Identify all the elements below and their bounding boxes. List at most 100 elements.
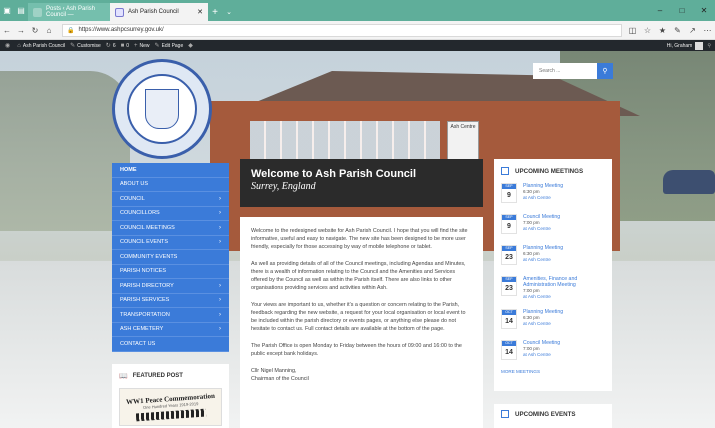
meeting-location-link[interactable]: at Ash Centre [523, 294, 605, 300]
tab-title: Posts ‹ Ash Parish Council — [46, 6, 96, 18]
content-paragraph: Your views are important to us, whether … [251, 302, 466, 332]
nav-label: COUNCILLORS [120, 210, 160, 217]
maximize-icon[interactable]: □ [671, 6, 693, 15]
logo-crest [127, 74, 197, 144]
search-icon: ⚲ [602, 68, 608, 75]
back-icon[interactable]: ← [0, 26, 14, 35]
tab-title: Ash Parish Council [128, 9, 179, 15]
tab-posts[interactable]: Posts ‹ Ash Parish Council — [28, 3, 110, 21]
more-icon[interactable]: ⋯ [700, 26, 715, 35]
meeting-location-link[interactable]: at Ash Centre [523, 226, 560, 232]
tab-actions-icon[interactable]: ▣ [0, 0, 14, 21]
meeting-item: SEP 9 Planning Meeting 6:30 pm at Ash Centre [501, 183, 605, 205]
chevron-right-icon: › [219, 311, 221, 318]
comments-count: 0 [126, 42, 129, 49]
nav-item-contact-us[interactable]: CONTACT US [112, 337, 229, 352]
nav-item-parish-notices[interactable]: PARISH NOTICES [112, 265, 229, 279]
nav-label: COMMUNITY EVENTS [120, 253, 178, 260]
close-window-icon[interactable]: ✕ [693, 6, 715, 15]
page-title: Welcome to Ash Parish Council [251, 168, 417, 180]
tab-list-icon[interactable]: ▤ [14, 0, 28, 21]
favorites-icon[interactable]: ★ [655, 26, 670, 35]
avatar[interactable] [695, 41, 704, 50]
nav-item-councillors[interactable]: COUNCILLORS › [112, 207, 229, 221]
refresh-icon[interactable]: ↻ [28, 26, 42, 35]
chevron-right-icon: › [219, 195, 221, 202]
tab-dropdown-icon[interactable]: ⌄ [222, 3, 236, 21]
reading-view-icon[interactable]: ◫ [625, 26, 640, 35]
nav-item-transportation[interactable]: TRANSPORTATION › [112, 308, 229, 323]
chevron-right-icon: › [219, 239, 221, 246]
meeting-location-link[interactable]: at Ash Centre [523, 257, 563, 263]
admin-greeting[interactable]: Hi, Graham [667, 43, 693, 49]
url-field[interactable]: 🔒 https://www.ashpcsurrey.gov.uk/ [62, 23, 622, 37]
admin-new-link[interactable]: + New [134, 43, 150, 49]
favorite-star-icon[interactable]: ☆ [640, 26, 655, 35]
admin-site-link[interactable]: ⌂ Ash Parish Council [17, 43, 65, 49]
close-tab-icon[interactable]: ✕ [197, 8, 203, 16]
admin-diamond-icon[interactable]: ◆ [188, 42, 195, 49]
chevron-right-icon: › [219, 224, 221, 231]
search-button[interactable]: ⚲ [597, 63, 613, 79]
ash-centre-sign: Ash Centre [447, 121, 479, 161]
nav-label: COUNCIL MEETINGS [120, 224, 175, 231]
search-input[interactable] [533, 63, 597, 79]
tab-ash-parish-council[interactable]: Ash Parish Council ✕ [110, 3, 208, 21]
meeting-location-link[interactable]: at Ash Centre [523, 321, 563, 327]
nav-label: TRANSPORTATION [120, 311, 170, 318]
minimize-icon[interactable]: – [649, 6, 671, 15]
date-day: 9 [507, 223, 511, 230]
nav-label: ABOUT US [120, 181, 149, 188]
date-badge: SEP 23 [501, 245, 517, 265]
forward-icon[interactable]: → [14, 26, 28, 35]
nav-item-home[interactable]: HOME [112, 163, 229, 178]
nav-item-ash-cemetery[interactable]: ASH CEMETERY › [112, 323, 229, 337]
admin-edit-page-link[interactable]: ✎ Edit Page [155, 42, 184, 50]
admin-new-label: New [139, 42, 150, 49]
nav-item-council[interactable]: COUNCIL › [112, 192, 229, 207]
meeting-location-link[interactable]: at Ash Centre [523, 352, 560, 358]
featured-post-image[interactable]: WW1 Peace Commemoration One Hundred Year… [119, 388, 222, 426]
meeting-item: OCT 14 Planning Meeting 6:30 pm at Ash Centr… [501, 309, 605, 331]
meeting-location-link[interactable]: at Ash Centre [523, 195, 563, 201]
admin-comments-link[interactable]: ■ 0 [121, 43, 129, 49]
nav-label: CONTACT US [120, 340, 156, 347]
content-paragraph: As well as providing details of all of t… [251, 261, 466, 291]
nav-item-parish-services[interactable]: PARISH SERVICES › [112, 294, 229, 308]
date-day: 14 [505, 349, 513, 356]
admin-customise-label: Customise [77, 42, 101, 49]
updates-count: 6 [112, 42, 116, 49]
lock-icon: 🔒 [67, 27, 75, 34]
meeting-item: SEP 9 Council Meeting 7:00 pm at Ash Centre [501, 214, 605, 236]
nav-item-council-meetings[interactable]: COUNCIL MEETINGS › [112, 221, 229, 236]
upcoming-events-widget: UPCOMING EVENTS [494, 404, 612, 428]
main-content: Welcome to the redesigned website for As… [240, 217, 483, 428]
chevron-right-icon: › [219, 326, 221, 333]
calendar-icon [501, 167, 509, 175]
site-favicon-icon [115, 7, 124, 17]
url-text: https://www.ashpcsurrey.gov.uk/ [78, 27, 164, 33]
nav-item-parish-directory[interactable]: PARISH DIRECTORY › [112, 279, 229, 294]
meeting-title-link[interactable]: Amenities, Finance and Administration Me… [523, 276, 605, 288]
content-paragraph: Welcome to the redesigned website for As… [251, 228, 468, 250]
share-icon[interactable]: ↗ [685, 26, 700, 35]
new-tab-button[interactable]: + [208, 3, 222, 21]
nav-label: PARISH DIRECTORY [120, 282, 174, 289]
wordpress-logo-icon[interactable]: ◉ [5, 42, 12, 49]
nav-item-council-events[interactable]: COUNCIL EVENTS › [112, 236, 229, 250]
council-logo[interactable] [112, 59, 212, 159]
admin-customise-link[interactable]: ✎ Customise [70, 42, 101, 50]
pen-icon[interactable]: ✎ [670, 26, 685, 35]
date-day: 14 [505, 318, 513, 325]
home-icon[interactable]: ⌂ [42, 26, 56, 35]
nav-item-about-us[interactable]: ABOUT US [112, 178, 229, 192]
more-meetings-link[interactable]: MORE MEETINGS [501, 369, 605, 374]
admin-updates-link[interactable]: ↻ 6 [106, 42, 116, 50]
admin-search-icon[interactable]: ⚲ [707, 43, 711, 49]
date-badge: OCT 14 [501, 309, 517, 329]
wordpress-favicon-icon [33, 7, 42, 17]
date-badge: SEP 9 [501, 183, 517, 203]
nav-item-community-events[interactable]: COMMUNITY EVENTS [112, 250, 229, 265]
meeting-item: SEP 23 Amenities, Finance and Administrati… [501, 276, 605, 300]
nav-label: COUNCIL [120, 195, 145, 202]
